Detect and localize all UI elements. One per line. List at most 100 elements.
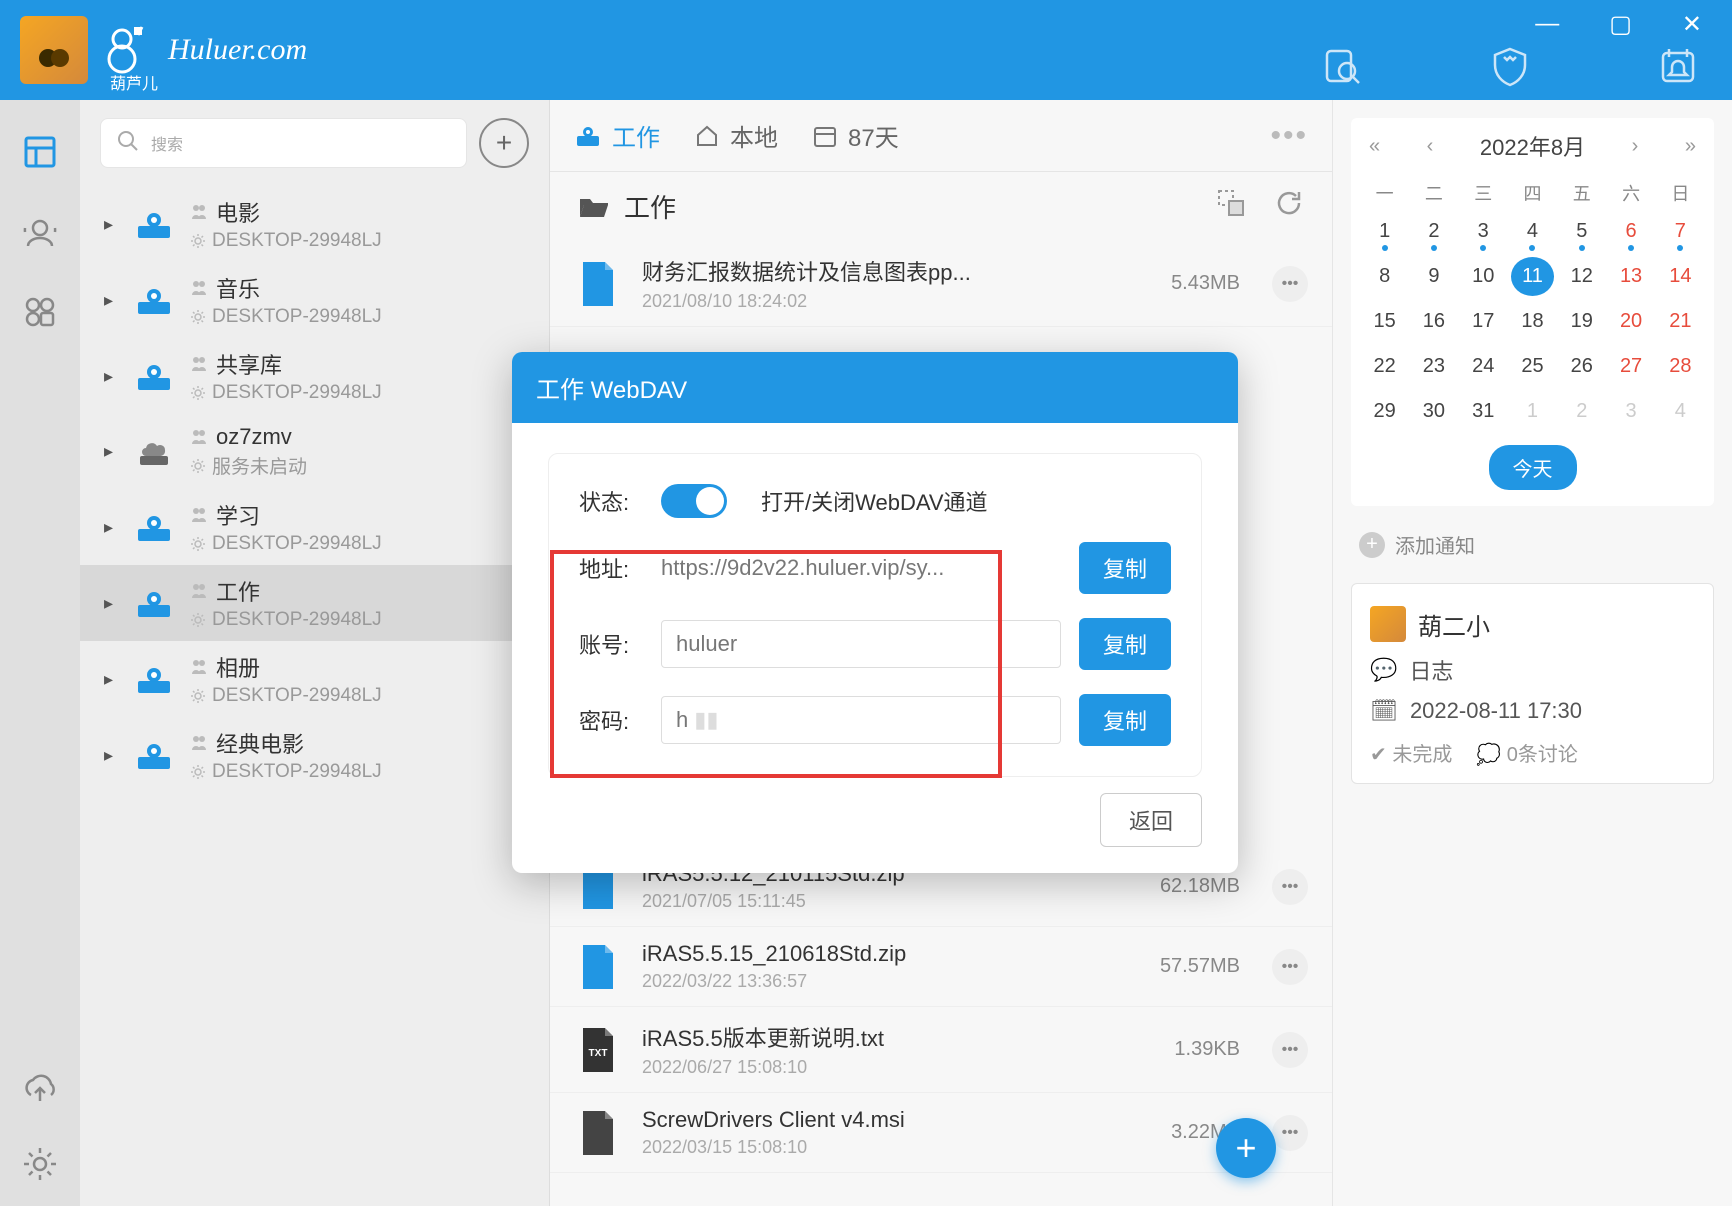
cal-day[interactable]: 15: [1363, 302, 1406, 341]
add-button[interactable]: +: [479, 118, 529, 168]
rail-settings-icon[interactable]: [18, 1142, 62, 1186]
expand-icon[interactable]: ▸: [104, 669, 118, 690]
cal-day[interactable]: 1: [1363, 212, 1406, 251]
cal-day[interactable]: 10: [1462, 257, 1505, 296]
expand-icon[interactable]: ▸: [104, 593, 118, 614]
file-row[interactable]: ScrewDrivers Client v4.msi2022/03/15 15:…: [550, 1093, 1332, 1173]
event-card[interactable]: 葫二小 💬日志 🗓2022-08-11 17:30 ✔ 未完成 💭 0条讨论: [1351, 583, 1714, 784]
sidebar-item-7[interactable]: ▸经典电影DESKTOP-29948LJ: [80, 717, 549, 793]
cal-prev-month[interactable]: ‹: [1427, 135, 1434, 158]
cal-day[interactable]: 19: [1560, 302, 1603, 341]
cal-day[interactable]: 1: [1511, 392, 1554, 431]
sidebar-item-2[interactable]: ▸共享库DESKTOP-29948LJ: [80, 338, 549, 414]
tree-sub: DESKTOP-29948LJ: [212, 533, 382, 555]
user-field[interactable]: huluer: [661, 620, 1061, 668]
cal-day[interactable]: 20: [1609, 302, 1652, 341]
cal-day[interactable]: 22: [1363, 347, 1406, 386]
cal-day[interactable]: 16: [1412, 302, 1455, 341]
fab-add-button[interactable]: +: [1216, 1118, 1276, 1178]
file-row[interactable]: 财务汇报数据统计及信息图表pp...2021/08/10 18:24:025.4…: [550, 241, 1332, 327]
cal-day[interactable]: 31: [1462, 392, 1505, 431]
sidebar-item-4[interactable]: ▸学习DESKTOP-29948LJ: [80, 489, 549, 565]
cal-next-year[interactable]: »: [1685, 135, 1696, 158]
search-input[interactable]: 搜索: [100, 118, 467, 168]
file-more-icon[interactable]: •••: [1272, 869, 1308, 905]
cal-day[interactable]: 25: [1511, 347, 1554, 386]
tab-work[interactable]: 工作: [574, 118, 660, 153]
tree-name: 音乐: [216, 272, 260, 304]
rail-contacts-icon[interactable]: [18, 210, 62, 254]
cal-day[interactable]: 26: [1560, 347, 1603, 386]
rail-home-icon[interactable]: [18, 130, 62, 174]
webdav-toggle[interactable]: [661, 484, 727, 518]
cal-day[interactable]: 4: [1659, 392, 1702, 431]
sidebar-item-3[interactable]: ▸oz7zmv服务未启动: [80, 414, 549, 489]
cal-next-month[interactable]: ›: [1632, 135, 1639, 158]
breadcrumb-current: 工作: [624, 188, 676, 225]
back-button[interactable]: 返回: [1100, 793, 1202, 847]
today-button[interactable]: 今天: [1489, 445, 1577, 490]
tab-days[interactable]: 87天: [812, 118, 899, 153]
sidebar-item-0[interactable]: ▸电影DESKTOP-29948LJ: [80, 186, 549, 262]
cal-day[interactable]: 24: [1462, 347, 1505, 386]
cal-day[interactable]: 8: [1363, 257, 1406, 296]
rail-cloud-upload-icon[interactable]: [18, 1068, 62, 1112]
cal-day[interactable]: 23: [1412, 347, 1455, 386]
cal-day[interactable]: 2: [1412, 212, 1455, 251]
rail-apps-icon[interactable]: [18, 290, 62, 334]
copy-addr-button[interactable]: 复制: [1079, 542, 1171, 594]
copy-pass-button[interactable]: 复制: [1079, 694, 1171, 746]
cal-day[interactable]: 21: [1659, 302, 1702, 341]
expand-icon[interactable]: ▸: [104, 214, 118, 235]
cal-day[interactable]: 3: [1609, 392, 1652, 431]
expand-icon[interactable]: ▸: [104, 745, 118, 766]
cal-day[interactable]: 30: [1412, 392, 1455, 431]
pass-field[interactable]: h▮▮: [661, 696, 1061, 744]
cal-day[interactable]: 13: [1609, 257, 1652, 296]
cal-day[interactable]: 29: [1363, 392, 1406, 431]
calendar-bell-icon[interactable]: [1654, 42, 1702, 90]
cal-day[interactable]: 28: [1659, 347, 1702, 386]
global-search-icon[interactable]: [1318, 42, 1366, 90]
add-notice[interactable]: + 添加通知: [1351, 524, 1714, 565]
maximize-button[interactable]: ▢: [1609, 10, 1632, 39]
shield-icon[interactable]: [1486, 42, 1534, 90]
expand-icon[interactable]: ▸: [104, 517, 118, 538]
tabs-more-icon[interactable]: •••: [1270, 119, 1308, 153]
cal-day[interactable]: 27: [1609, 347, 1652, 386]
minimize-button[interactable]: —: [1535, 10, 1559, 39]
file-row[interactable]: iRAS5.5.15_210618Std.zip2022/03/22 13:36…: [550, 927, 1332, 1007]
expand-icon[interactable]: ▸: [104, 441, 118, 462]
cal-day[interactable]: 12: [1560, 257, 1603, 296]
expand-icon[interactable]: ▸: [104, 366, 118, 387]
tab-local[interactable]: 本地: [694, 118, 778, 153]
file-more-icon[interactable]: •••: [1272, 1032, 1308, 1068]
cal-day[interactable]: 3: [1462, 212, 1505, 251]
file-more-icon[interactable]: •••: [1272, 1115, 1308, 1151]
cal-day[interactable]: 7: [1659, 212, 1702, 251]
refresh-icon[interactable]: [1274, 188, 1304, 225]
cal-prev-year[interactable]: «: [1369, 135, 1380, 158]
copy-user-button[interactable]: 复制: [1079, 618, 1171, 670]
cal-day[interactable]: 6: [1609, 212, 1652, 251]
cal-day[interactable]: 5: [1560, 212, 1603, 251]
card-time: 2022-08-11 17:30: [1410, 698, 1582, 724]
cal-day[interactable]: 4: [1511, 212, 1554, 251]
cal-day[interactable]: 18: [1511, 302, 1554, 341]
tree-sub: DESKTOP-29948LJ: [212, 761, 382, 783]
sidebar-item-1[interactable]: ▸音乐DESKTOP-29948LJ: [80, 262, 549, 338]
file-more-icon[interactable]: •••: [1272, 266, 1308, 302]
sidebar-item-5[interactable]: ▸工作DESKTOP-29948LJ: [80, 565, 549, 641]
file-more-icon[interactable]: •••: [1272, 949, 1308, 985]
cal-day[interactable]: 14: [1659, 257, 1702, 296]
cal-day[interactable]: 2: [1560, 392, 1603, 431]
cal-day[interactable]: 17: [1462, 302, 1505, 341]
cal-day[interactable]: 9: [1412, 257, 1455, 296]
close-button[interactable]: ✕: [1682, 10, 1702, 39]
cal-day[interactable]: 11: [1511, 257, 1554, 296]
select-mode-icon[interactable]: [1216, 188, 1246, 225]
file-row[interactable]: TXTiRAS5.5版本更新说明.txt2022/06/27 15:08:101…: [550, 1007, 1332, 1093]
sidebar-item-6[interactable]: ▸相册DESKTOP-29948LJ: [80, 641, 549, 717]
dialog-title: 工作 WebDAV: [512, 352, 1238, 423]
expand-icon[interactable]: ▸: [104, 290, 118, 311]
